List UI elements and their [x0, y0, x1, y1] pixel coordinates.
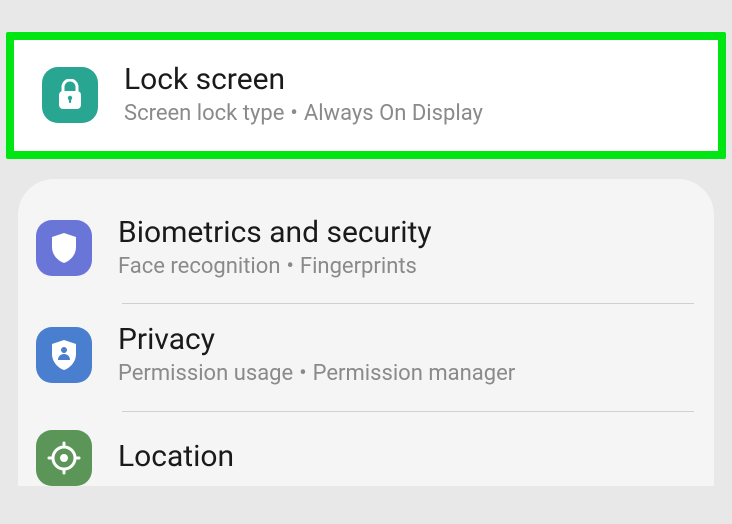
privacy-shield-icon — [36, 327, 92, 383]
lock-icon — [42, 67, 98, 123]
settings-item-biometrics[interactable]: Biometrics and security Face recognition… — [18, 197, 714, 304]
settings-item-text: Privacy Permission usage•Permission mana… — [118, 322, 515, 389]
settings-item-title: Lock screen — [124, 62, 483, 98]
settings-item-lock-screen[interactable]: Lock screen Screen lock type•Always On D… — [14, 40, 718, 151]
settings-item-text: Biometrics and security Face recognition… — [118, 215, 432, 282]
settings-item-title: Biometrics and security — [118, 215, 432, 251]
partial-row-top — [0, 0, 732, 32]
settings-item-title: Privacy — [118, 322, 515, 358]
settings-item-location[interactable]: Location — [18, 412, 714, 486]
shield-icon — [36, 220, 92, 276]
settings-item-title: Location — [118, 439, 234, 475]
settings-item-privacy[interactable]: Privacy Permission usage•Permission mana… — [18, 304, 714, 411]
settings-item-subtitle: Screen lock type•Always On Display — [124, 100, 483, 129]
location-icon — [36, 430, 92, 486]
settings-item-subtitle: Face recognition•Fingerprints — [118, 253, 432, 282]
settings-group-card: Biometrics and security Face recognition… — [18, 179, 714, 486]
settings-item-subtitle: Permission usage•Permission manager — [118, 360, 515, 389]
settings-item-text: Location — [118, 439, 234, 477]
highlighted-settings-card: Lock screen Screen lock type•Always On D… — [6, 32, 726, 159]
settings-item-text: Lock screen Screen lock type•Always On D… — [124, 62, 483, 129]
